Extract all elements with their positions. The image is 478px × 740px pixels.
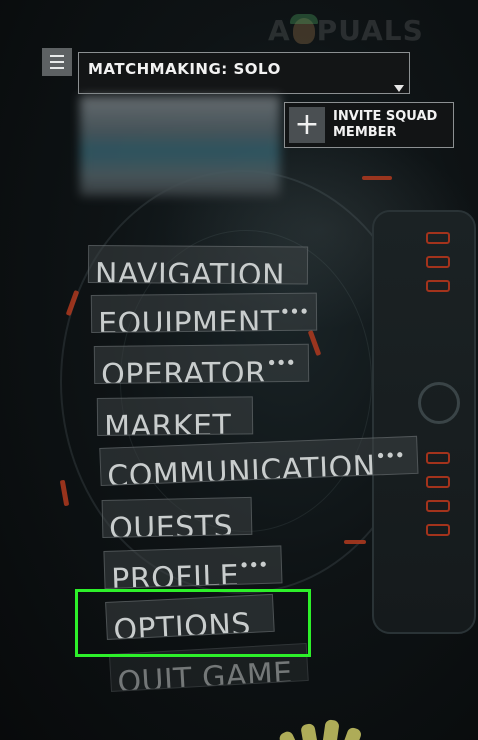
more-options-icon: ••• xyxy=(238,554,268,577)
more-options-icon: ••• xyxy=(374,445,405,468)
menu-item-equipment[interactable]: EQUIPMENT••• xyxy=(90,292,318,333)
menu-item-market[interactable]: MARKET xyxy=(96,396,254,436)
more-options-icon: ••• xyxy=(279,301,309,324)
menu-item-profile[interactable]: PROFILE••• xyxy=(103,545,283,589)
player-hand xyxy=(277,716,370,740)
menu-item-communication[interactable]: COMMUNICATION••• xyxy=(99,435,419,486)
more-options-icon: ••• xyxy=(266,352,296,375)
menu-item-quests[interactable]: QUESTS xyxy=(101,496,253,538)
menu-item-navigation[interactable]: NAVIGATION xyxy=(87,245,309,285)
options-highlight-box xyxy=(75,589,311,657)
game-screen: A PUALS MATCHMAKING: SOLO + INVITE SQUAD … xyxy=(0,0,478,740)
menu-item-operator[interactable]: OPERATOR••• xyxy=(93,343,310,384)
